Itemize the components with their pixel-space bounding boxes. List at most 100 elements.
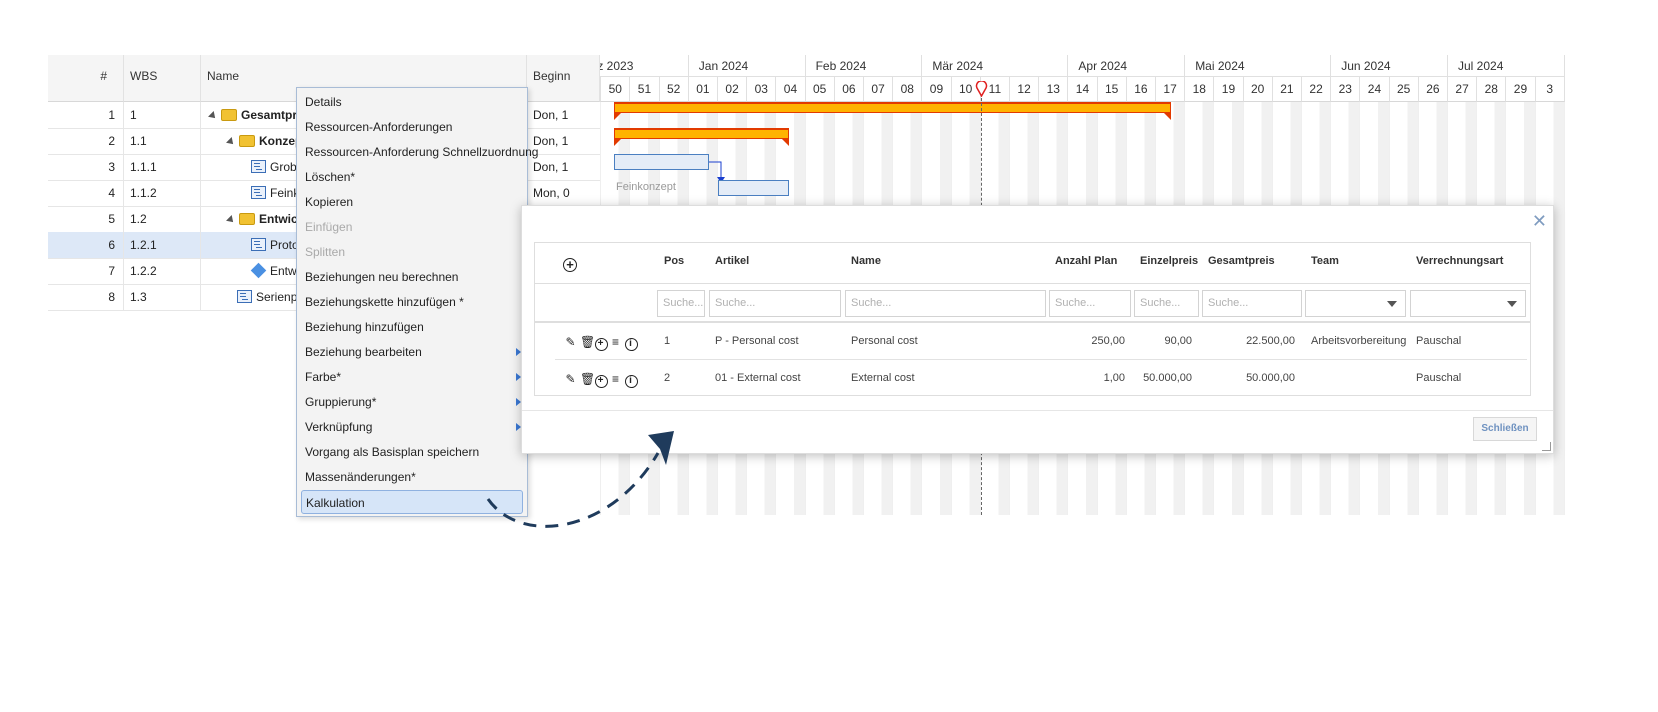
menu-item-löschen[interactable]: Löschen* (297, 165, 527, 189)
menu-item-label: Kopieren (305, 195, 354, 209)
week-header: 13 (1039, 77, 1069, 102)
th-einzelpreis[interactable]: Einzelpreis (1140, 255, 1198, 267)
collapse-toggle-icon[interactable] (226, 136, 236, 147)
th-pos[interactable]: Pos (664, 255, 684, 267)
edit-list-icon[interactable]: ≡ (610, 336, 623, 349)
table-row[interactable]: ✎ 🗑+ ≡ i 1 P - Personal cost Personal cost 250,… (535, 323, 1530, 360)
th-gesamtpreis[interactable]: Gesamtpreis (1208, 255, 1275, 267)
menu-item-label: Details (305, 95, 342, 109)
week-header: 12 (1010, 77, 1040, 102)
task-icon (251, 186, 266, 200)
filter-name[interactable]: Suche... (845, 290, 1046, 317)
filter-verrechnungsart-select[interactable] (1410, 290, 1526, 317)
menu-item-farbe[interactable]: Farbe* (297, 365, 527, 389)
th-artikel[interactable]: Artikel (715, 255, 749, 267)
table-row[interactable]: ✎ 🗑+ ≡ i 2 01 - External cost External cost 1,0… (535, 360, 1530, 397)
row-actions: ✎ 🗑+ ≡ i (565, 371, 640, 388)
collapse-toggle-icon[interactable] (226, 214, 236, 225)
filter-anzahl[interactable]: Suche... (1049, 290, 1131, 317)
filter-pos[interactable]: Suche... (657, 290, 705, 317)
menu-item-ressourcen-anforderungen[interactable]: Ressourcen-Anforderungen (297, 115, 527, 139)
week-header: 14 (1068, 77, 1098, 102)
edit-icon[interactable]: ✎ (565, 336, 578, 349)
month-header: Apr 2024 (1068, 55, 1186, 77)
row-number: 3 (48, 154, 124, 180)
cell-pos: 2 (664, 372, 671, 384)
task-icon (251, 238, 266, 252)
menu-item-gruppierung[interactable]: Gruppierung* (297, 390, 527, 414)
th-team[interactable]: Team (1311, 255, 1339, 267)
row-wbs: 1.3 (124, 284, 201, 310)
col-header-wbs[interactable]: WBS (124, 55, 201, 102)
add-icon[interactable]: + (595, 375, 608, 388)
folder-icon (239, 134, 255, 147)
menu-item-label: Gruppierung* (305, 395, 377, 409)
task-bar-feinkonzept[interactable] (718, 180, 789, 196)
row-wbs: 1.1 (124, 128, 201, 154)
collapse-toggle-icon[interactable] (208, 110, 218, 121)
menu-item-label: Kalkulation (306, 496, 365, 510)
edit-icon[interactable]: ✎ (565, 373, 578, 386)
menu-item-label: Vorgang als Basisplan speichern (305, 445, 480, 459)
col-header-begin[interactable]: Beginn (527, 55, 600, 102)
week-header: 05 (805, 77, 835, 102)
th-verrechnungsart[interactable]: Verrechnungsart (1416, 255, 1503, 267)
row-number: 4 (48, 180, 124, 206)
row-number: 2 (48, 128, 124, 154)
menu-item-beziehung-hinzufügen[interactable]: Beziehung hinzufügen (297, 315, 527, 339)
row-wbs: 1.1.2 (124, 180, 201, 206)
th-anzahl-plan[interactable]: Anzahl Plan (1055, 255, 1117, 267)
week-header: 03 (747, 77, 777, 102)
add-row-icon[interactable]: + (563, 258, 577, 272)
info-icon[interactable]: i (625, 375, 638, 388)
milestone-icon (250, 263, 267, 279)
resize-handle[interactable] (1542, 442, 1551, 451)
week-header: 04 (776, 77, 806, 102)
delete-icon[interactable]: 🗑 (580, 373, 595, 386)
info-icon[interactable]: i (625, 338, 638, 351)
cell-pos: 1 (664, 335, 671, 347)
close-icon[interactable]: ✕ (1532, 212, 1547, 230)
menu-item-kopieren[interactable]: Kopieren (297, 190, 527, 214)
row-wbs: 1.2 (124, 206, 201, 232)
col-header-number[interactable]: # (48, 55, 124, 102)
menu-item-beziehung-bearbeiten[interactable]: Beziehung bearbeiten (297, 340, 527, 364)
filter-gesamtpreis[interactable]: Suche... (1202, 290, 1302, 317)
cell-team: Arbeitsvorbereitung (1311, 335, 1407, 347)
row-wbs: 1.2.2 (124, 258, 201, 284)
month-header: Jan 2024 (688, 55, 806, 77)
filter-einzelpreis[interactable]: Suche... (1134, 290, 1199, 317)
summary-bar-gesamtprojekt[interactable] (614, 102, 1171, 120)
delete-icon[interactable]: 🗑 (580, 336, 595, 349)
week-header: 18 (1185, 77, 1215, 102)
menu-item-label: Massenänderungen* (305, 470, 416, 484)
filter-team-select[interactable] (1305, 290, 1406, 317)
row-number: 8 (48, 284, 124, 310)
menu-item-label: Beziehung bearbeiten (305, 345, 422, 359)
add-icon[interactable]: + (595, 338, 608, 351)
month-header: Feb 2024 (805, 55, 923, 77)
cell-gesamtpreis: 50.000,00 (1246, 372, 1295, 384)
filter-artikel[interactable]: Suche... (709, 290, 841, 317)
row-begin: Don, 1 (533, 108, 569, 122)
menu-item-details[interactable]: Details (297, 90, 527, 114)
week-header: 22 (1302, 77, 1332, 102)
close-button[interactable]: Schließen (1473, 417, 1537, 441)
menu-item-beziehungskette-hinzufügen[interactable]: Beziehungskette hinzufügen * (297, 290, 527, 314)
cell-einzelpreis: 50.000,00 (1143, 372, 1192, 384)
task-bar-grobkonzept[interactable] (614, 154, 709, 170)
menu-item-splitten: Splitten (297, 240, 527, 264)
row-number: 1 (48, 102, 124, 128)
week-header: 17 (1156, 77, 1186, 102)
week-header: 51 (630, 77, 660, 102)
week-header: 09 (922, 77, 952, 102)
menu-item-einfügen: Einfügen (297, 215, 527, 239)
menu-item-beziehungen-neu-berechnen[interactable]: Beziehungen neu berechnen (297, 265, 527, 289)
week-header: 29 (1506, 77, 1536, 102)
edit-list-icon[interactable]: ≡ (610, 373, 623, 386)
folder-icon (239, 212, 255, 225)
summary-bar-konzept[interactable] (614, 128, 789, 146)
menu-item-ressourcen-anforderung-schnellzuordnung[interactable]: Ressourcen-Anforderung Schnellzuordnung (297, 140, 538, 164)
th-name[interactable]: Name (851, 255, 881, 267)
menu-item-label: Beziehung hinzufügen (305, 320, 424, 334)
